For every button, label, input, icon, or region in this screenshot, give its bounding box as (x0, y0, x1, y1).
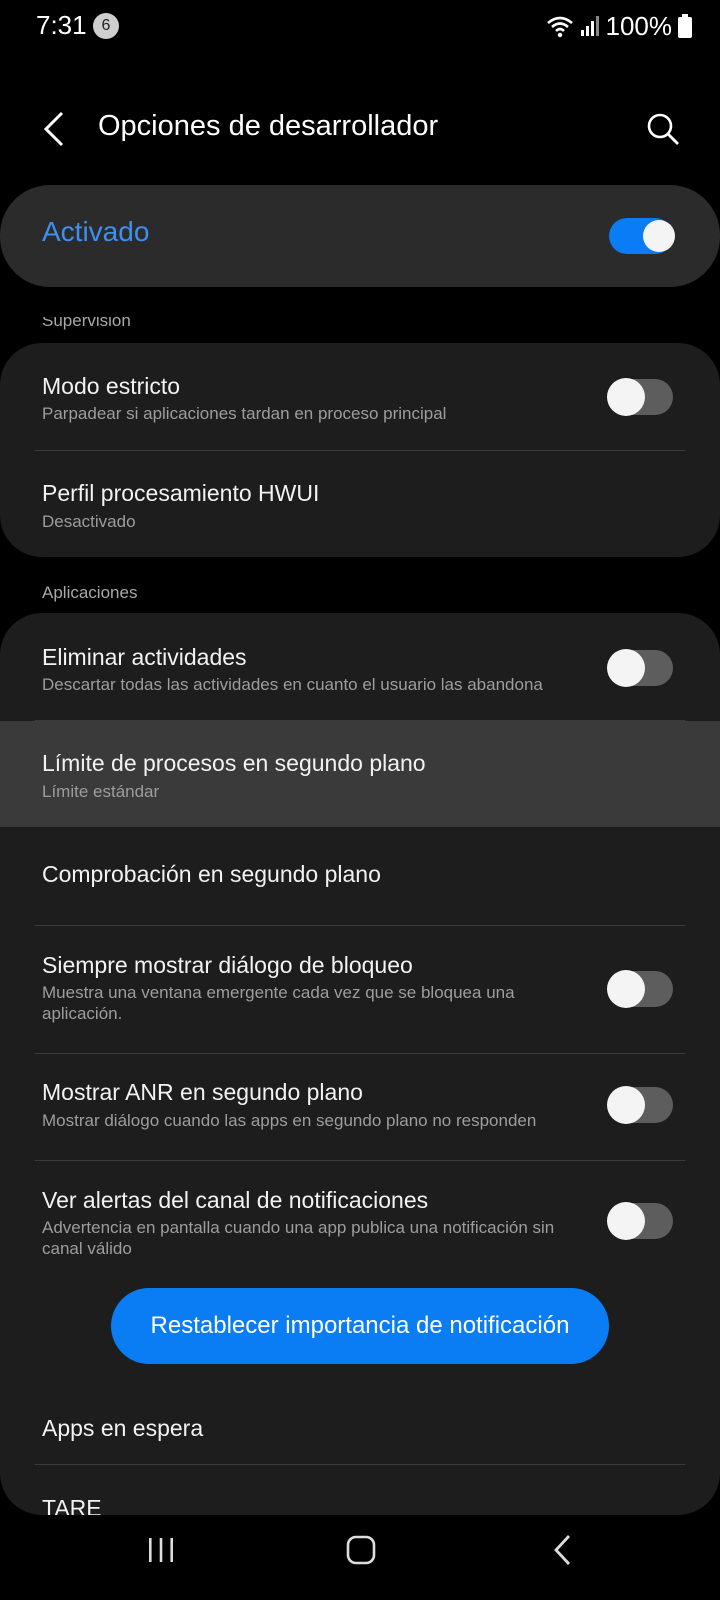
list-item-subtitle: Mostrar diálogo cuando las apps en segun… (42, 1111, 537, 1130)
list-item-dialogo-bloqueo[interactable]: Siempre mostrar diálogo de bloqueo Muest… (0, 926, 720, 1054)
notification-count-badge: 6 (93, 13, 119, 39)
wifi-icon (546, 14, 574, 38)
nav-back-button[interactable] (533, 1527, 593, 1577)
list-item-alertas-canal[interactable]: Ver alertas del canal de notificaciones … (0, 1161, 720, 1289)
list-item-title: Perfil procesamiento HWUI (42, 480, 320, 506)
toggle-mostrar-anr[interactable] (607, 1086, 673, 1124)
list-item-modo-estricto[interactable]: Modo estricto Parpadear si aplicaciones … (0, 343, 720, 450)
apps-card: Eliminar actividades Descartar todas las… (0, 613, 720, 1515)
home-icon (345, 1534, 377, 1571)
toggle-modo-estricto[interactable] (607, 378, 673, 416)
supervision-card: Modo estricto Parpadear si aplicaciones … (0, 343, 720, 557)
master-switch-card[interactable]: Activado (0, 185, 720, 287)
toggle-eliminar-actividades[interactable] (607, 649, 673, 687)
toggle-dialogo-bloqueo[interactable] (607, 970, 673, 1008)
list-item-eliminar-actividades[interactable]: Eliminar actividades Descartar todas las… (0, 613, 720, 720)
list-item-title: Modo estricto (42, 373, 181, 399)
list-item-comprobacion-segundo-plano[interactable]: Comprobación en segundo plano (0, 827, 720, 927)
list-item-tare[interactable]: TARE (0, 1465, 720, 1515)
system-nav-bar (0, 1515, 720, 1600)
nav-back-icon (553, 1534, 573, 1571)
list-item-subtitle: Descartar todas las actividades en cuant… (42, 675, 543, 694)
signal-icon (580, 15, 600, 37)
list-item-title: Ver alertas del canal de notificaciones (42, 1187, 429, 1213)
search-icon (646, 112, 680, 151)
toggle-knob (607, 970, 645, 1008)
list-item-subtitle: Límite estándar (42, 782, 160, 801)
toggle-knob (643, 220, 675, 252)
master-switch-toggle[interactable] (609, 218, 675, 254)
back-button[interactable] (34, 108, 74, 154)
list-item-subtitle: Muestra una ventana emergente cada vez q… (42, 983, 515, 1023)
list-item-subtitle: Parpadear si aplicaciones tardan en proc… (42, 404, 447, 423)
list-item-title: Comprobación en segundo plano (42, 861, 381, 887)
page-title: Opciones de desarrollador (98, 110, 439, 142)
master-switch-label: Activado (42, 216, 150, 247)
recent-apps-icon (146, 1536, 176, 1569)
home-button[interactable] (331, 1527, 391, 1577)
list-item-title: Mostrar ANR en segundo plano (42, 1079, 363, 1105)
search-button[interactable] (640, 108, 686, 154)
toggle-knob (607, 649, 645, 687)
status-time: 7:31 (36, 10, 87, 40)
toggle-alertas-canal[interactable] (607, 1202, 673, 1240)
toggle-knob (607, 1202, 645, 1240)
list-item-subtitle: Advertencia en pantalla cuando una app p… (42, 1218, 555, 1258)
app-header: Opciones de desarrollador (0, 92, 720, 170)
list-item-title: Límite de procesos en segundo plano (42, 750, 426, 776)
toggle-knob (607, 1086, 645, 1124)
list-item-mostrar-anr[interactable]: Mostrar ANR en segundo plano Mostrar diá… (0, 1054, 720, 1160)
battery-percent: 100% (605, 10, 673, 41)
battery-icon (678, 14, 692, 38)
list-item-title: Siempre mostrar diálogo de bloqueo (42, 952, 413, 978)
list-item-title: TARE (42, 1495, 102, 1515)
list-item-perfil-hwui[interactable]: Perfil procesamiento HWUI Desactivado (0, 451, 720, 557)
recent-apps-button[interactable] (131, 1527, 191, 1577)
section-header-aplicaciones: Aplicaciones (42, 583, 138, 602)
toggle-knob (607, 378, 645, 416)
list-item-limite-procesos[interactable]: Límite de procesos en segundo plano Lími… (0, 721, 720, 827)
reset-notification-importance-button[interactable]: Restablecer importancia de notificación (111, 1288, 609, 1364)
back-arrow-icon (43, 111, 65, 152)
section-header-supervision: Supervisión (42, 311, 131, 330)
list-item-subtitle: Desactivado (42, 512, 136, 531)
status-icons: 100% (546, 10, 692, 42)
list-item-title: Apps en espera (42, 1415, 204, 1441)
list-item-title: Eliminar actividades (42, 644, 247, 670)
status-bar: 7:31 6 100% (0, 0, 720, 54)
